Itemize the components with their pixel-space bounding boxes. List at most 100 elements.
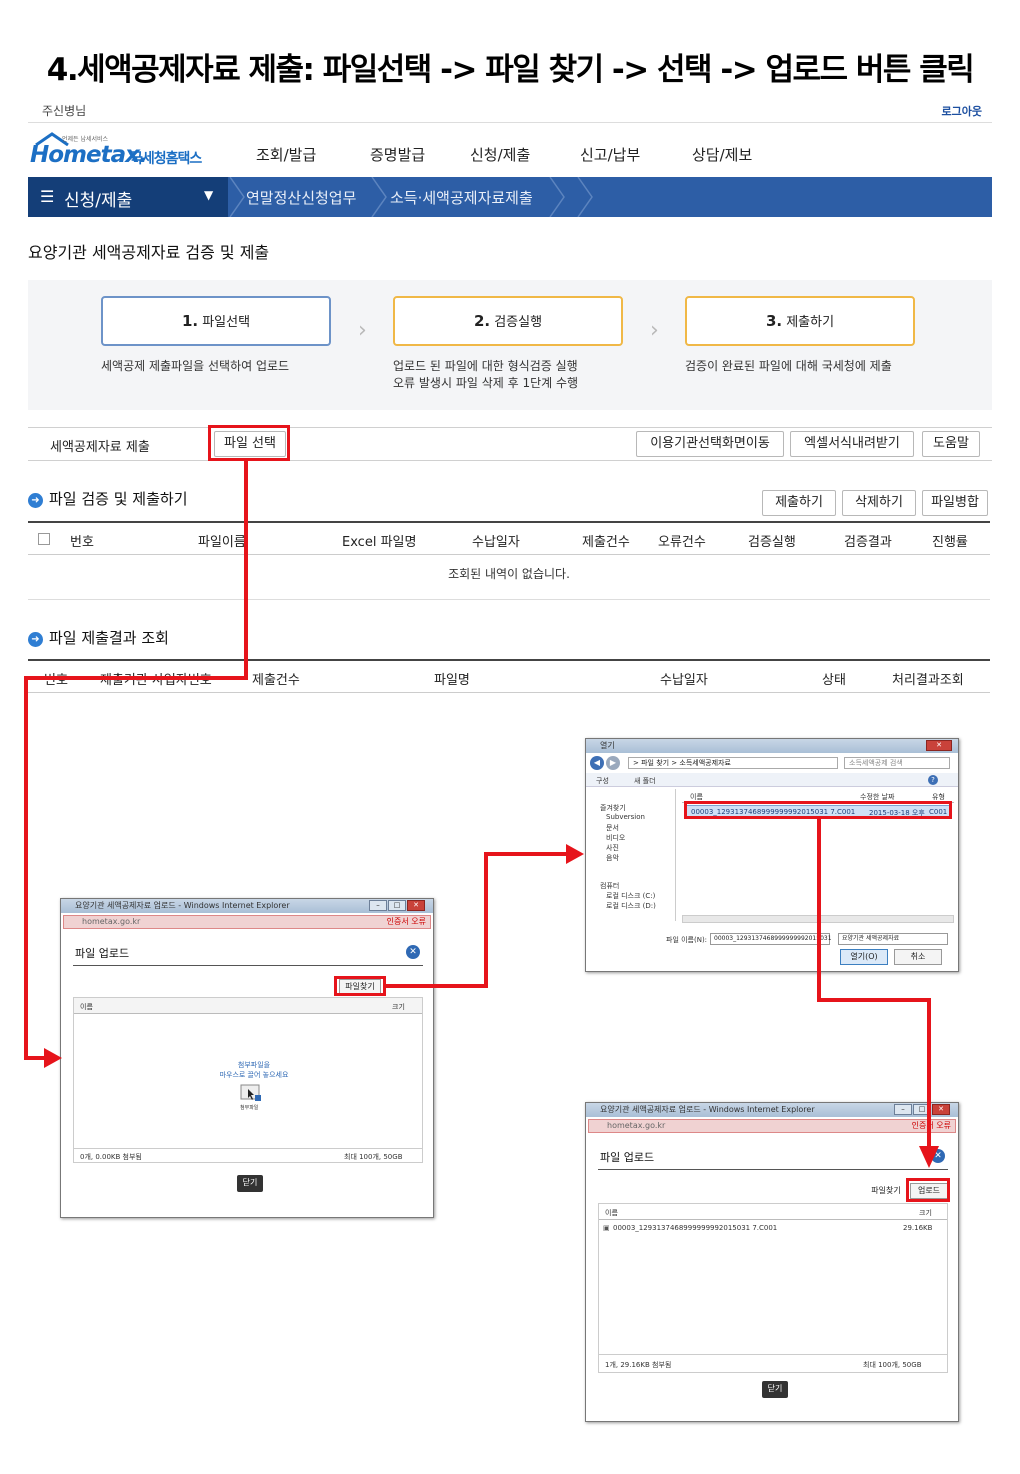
col-header: 오류건수 (658, 535, 706, 550)
verify-heading: ➜ 파일 검증 및 제출하기 (28, 488, 188, 509)
breadcrumb-item-yearend[interactable]: 연말정산신청업무 (246, 187, 356, 208)
upload-dialog-attached: 요양기관 세액공제자료 업로드 - Windows Internet Explo… (585, 1102, 959, 1422)
highlight-upload-button (906, 1178, 950, 1202)
col-header: 제출건수 (582, 535, 630, 550)
cancel-button[interactable]: 취소 (894, 949, 942, 965)
submit-toolbar: 세액공제자료 제출 파일 선택 이용기관선택화면이동 엑셀서식내려받기 도움말 (28, 427, 992, 461)
menu-item-certificate[interactable]: 증명발급 (370, 144, 425, 165)
dialog-close-icon[interactable]: ✕ (406, 945, 420, 959)
toolbar-label: 세액공제자료 제출 (50, 440, 150, 455)
excel-template-button[interactable]: 엑셀서식내려받기 (790, 431, 914, 457)
file-list-area[interactable]: 이름 크기 첨부파일을 마우스로 끌어 놓으세요 첨부파일 0개, 0.00KB … (73, 997, 423, 1163)
col-header: 진행률 (932, 535, 968, 550)
tree-item[interactable]: 사진 (606, 843, 619, 853)
attach-status: 1개, 29.16KB 첨부됨 (605, 1361, 672, 1369)
step-3-desc: 검증이 완료된 파일에 대해 국세청에 제출 (685, 359, 892, 373)
file-list-header: 이름 크기 (74, 998, 422, 1014)
minimize-icon[interactable]: – (369, 900, 387, 911)
breadcrumb-item-submit[interactable]: 소득·세액공제자료제출 (390, 187, 533, 208)
menu-icon: ☰ (40, 187, 55, 206)
tree-item[interactable]: Subversion (606, 813, 645, 821)
chevron-right-icon (229, 177, 245, 217)
step-1-desc: 세액공제 제출파일을 선택하여 업로드 (101, 359, 290, 373)
flow-line (817, 998, 931, 1002)
breadcrumb-nav: ☰ 신청/제출 ▼ 연말정산신청업무 소득·세액공제자료제출 (28, 177, 992, 217)
step-3-box: 3. 제출하기 (685, 296, 915, 346)
address-bar: hometax.go.kr 인증서 오류 (588, 1119, 956, 1133)
close-button[interactable]: 닫기 (762, 1381, 788, 1398)
forward-icon[interactable]: ▶ (606, 756, 620, 770)
col-header: 제출건수 (252, 673, 300, 688)
title-divider (598, 1169, 948, 1170)
file-list-area[interactable]: 이름 크기 ▣ 00003_1293137468999999992015031 … (598, 1203, 948, 1373)
user-name: 주신병님 (42, 104, 87, 118)
attach-limit: 최대 100개, 50GB (863, 1361, 922, 1369)
help-button[interactable]: 도움말 (922, 431, 980, 457)
delete-button[interactable]: 삭제하기 (842, 490, 916, 516)
open-button[interactable]: 열기(O) (840, 949, 888, 965)
filename-input[interactable]: 00003_1293137468999999992015031 (710, 933, 832, 945)
arrow-right-icon (566, 844, 584, 864)
logout-link[interactable]: 로그아웃 (942, 103, 982, 119)
hometax-logo[interactable]: 언제든 납세서비스 Hometax. 국세청홈택스 (28, 130, 218, 170)
arrow-circle-icon: ➜ (28, 632, 43, 647)
col-header: 처리결과조회 (892, 673, 964, 688)
dialog-title: 파일 업로드 (75, 947, 130, 960)
chevron-right-icon (549, 177, 565, 217)
menu-item-consult[interactable]: 상담/제보 (692, 144, 752, 165)
tree-item[interactable]: 로컬 디스크 (C:) (606, 891, 655, 901)
flow-line (24, 676, 28, 1060)
select-all-checkbox[interactable] (38, 533, 50, 545)
menu-item-report[interactable]: 신고/납부 (580, 144, 640, 165)
new-folder-button[interactable]: 새 폴더 (634, 776, 656, 786)
organize-menu[interactable]: 구성 (596, 776, 609, 786)
address-bar: hometax.go.kr 인증서 오류 (63, 915, 431, 929)
drop-hint: 첨부파일을 마우스로 끌어 놓으세요 (219, 1061, 289, 1079)
step-1-box: 1. 파일선택 (101, 296, 331, 346)
path-bar[interactable]: > 파일 찾기 > 소득세액공제자료 (628, 757, 838, 769)
drag-drop-icon (240, 1084, 261, 1101)
page-title: 4.세액공제자료 제출: 파일선택 -> 파일 찾기 -> 선택 -> 업로드 … (46, 52, 975, 88)
upload-dialog-window: 요양기관 세액공제자료 업로드 - Windows Internet Explo… (60, 898, 434, 1218)
chevron-right-icon: › (358, 318, 367, 343)
close-icon[interactable]: ✕ (932, 1104, 950, 1115)
verify-table-header: 번호 파일이름 Excel 파일명 수납일자 제출건수 오류건수 검증실행 검증… (28, 521, 990, 555)
step-2-desc: 업로드 된 파일에 대한 형식검증 실행 오류 발생시 파일 삭제 후 1단계 수… (393, 359, 579, 390)
move-org-select-button[interactable]: 이용기관선택화면이동 (636, 431, 784, 457)
caret-down-icon: ▼ (204, 188, 214, 202)
menu-item-inquiry[interactable]: 조회/발급 (256, 144, 316, 165)
tree-item[interactable]: 컴퓨터 (600, 881, 619, 891)
file-type-select[interactable]: 요양기관 세액공제자료 (838, 933, 948, 945)
tree-item[interactable]: 문서 (606, 823, 619, 833)
tree-item[interactable]: 음악 (606, 853, 619, 863)
help-icon[interactable]: ? (928, 775, 938, 785)
minimize-icon[interactable]: – (894, 1104, 912, 1115)
flow-line (927, 998, 931, 1148)
tree-item[interactable]: 비디오 (606, 833, 625, 843)
flow-line (244, 460, 248, 680)
close-icon[interactable]: ✕ (407, 900, 425, 911)
col-header: 수납일자 (660, 673, 708, 688)
attach-status: 0개, 0.00KB 첨부됨 (80, 1153, 142, 1161)
col-header: 검증결과 (844, 535, 892, 550)
logo-korean-name: 국세청홈택스 (130, 151, 202, 167)
step-guide: 1. 파일선택 › 2. 검증실행 › 3. 제출하기 세액공제 제출파일을 선… (28, 280, 992, 410)
command-bar: 구성 새 폴더 ? (586, 773, 958, 787)
close-button[interactable]: 닫기 (237, 1175, 263, 1192)
find-file-button[interactable]: 파일찾기 (866, 1183, 906, 1199)
menu-item-apply[interactable]: 신청/제출 (470, 144, 530, 165)
tree-item[interactable]: 즐겨찾기 (600, 803, 626, 813)
merge-button[interactable]: 파일병합 (922, 490, 988, 516)
search-box[interactable]: 소득세액공제 검색 (844, 757, 950, 769)
tree-item[interactable]: 로컬 디스크 (D:) (606, 901, 656, 911)
arrow-right-icon (44, 1048, 62, 1068)
attached-file-row[interactable]: ▣ 00003_1293137468999999992015031 7.C001… (603, 1224, 943, 1234)
step-2-box: 2. 검증실행 (393, 296, 623, 346)
maximize-icon[interactable]: □ (388, 900, 406, 911)
submit-button[interactable]: 제출하기 (762, 490, 836, 516)
flow-line (484, 852, 570, 856)
close-icon[interactable]: ✕ (926, 740, 952, 751)
nav-category-dropdown[interactable]: ☰ 신청/제출 ▼ (28, 177, 228, 217)
title-divider (73, 965, 423, 966)
back-icon[interactable]: ◀ (590, 756, 604, 770)
